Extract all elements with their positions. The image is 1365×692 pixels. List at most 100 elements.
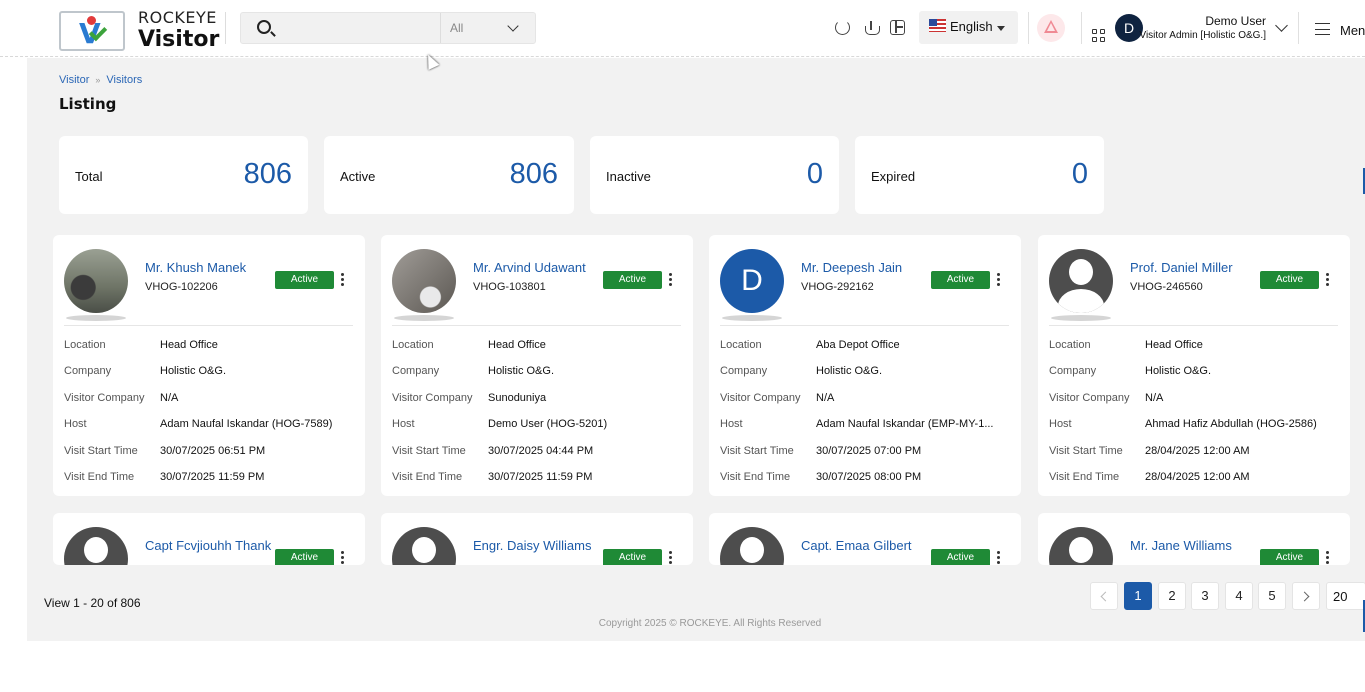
default-avatar-icon (1049, 249, 1113, 313)
host-value: Adam Naufal Iskandar (EMP-MY-1... (816, 418, 994, 431)
logo-mark: V (59, 10, 125, 51)
visitor-card[interactable]: Capt Fcvjiouhh Thank Active (53, 513, 365, 565)
more-options-icon[interactable] (997, 551, 1001, 565)
field-label: Host (720, 418, 743, 431)
field-label: Visitor Company (64, 391, 145, 404)
stat-expired[interactable]: Expired 0 (855, 136, 1104, 214)
visitor-name[interactable]: Mr. Khush Manek (145, 260, 246, 275)
field-label: Host (1049, 418, 1072, 431)
more-options-icon[interactable] (997, 273, 1001, 287)
logo-product: Visitor (138, 27, 220, 52)
location-value: Head Office (488, 339, 546, 351)
status-badge: Active (931, 271, 990, 289)
field-label: Visitor Company (1049, 391, 1130, 404)
field-label: Visit Start Time (392, 444, 466, 457)
visitor-company-value: Sunoduniya (488, 391, 547, 404)
visitor-card[interactable]: Mr. Arvind Udawant VHOG-103801 Active Lo… (381, 235, 693, 496)
field-label: Visit Start Time (720, 444, 794, 457)
page-button-5[interactable]: 5 (1258, 582, 1286, 610)
visitor-name[interactable]: Capt Fcvjiouhh Thank (145, 538, 271, 553)
search-scope-select[interactable]: All (440, 13, 536, 43)
status-badge: Active (275, 549, 334, 565)
page-size-select[interactable]: 20 (1326, 582, 1365, 610)
company-value: Holistic O&G. (1145, 365, 1212, 378)
stat-value: 0 (1071, 158, 1088, 190)
page-button-3[interactable]: 3 (1191, 582, 1219, 610)
refresh-icon[interactable] (835, 20, 850, 35)
user-name[interactable]: Demo User (1205, 14, 1266, 28)
visitor-name[interactable]: Engr. Daisy Williams (473, 538, 591, 553)
visitor-card[interactable]: Prof. Daniel Miller VHOG-246560 Active L… (1038, 235, 1350, 496)
stat-total[interactable]: Total 806 (59, 136, 308, 214)
visitor-card[interactable]: Capt. Emaa Gilbert Active (709, 513, 1021, 565)
layout-icon[interactable] (890, 20, 905, 35)
page-size-value: 20 (1333, 589, 1348, 604)
breadcrumb-separator-icon: » (95, 75, 101, 85)
alert-button[interactable] (1037, 14, 1065, 42)
location-value: Head Office (1145, 339, 1203, 351)
hamburger-menu-icon[interactable] (1315, 23, 1330, 35)
field-label: Host (392, 418, 415, 431)
warning-icon (1044, 20, 1058, 33)
more-options-icon[interactable] (669, 551, 673, 565)
chevron-down-icon (507, 20, 519, 32)
app-logo[interactable]: V ROCKEYE Visitor (59, 10, 219, 51)
breadcrumb-root[interactable]: Visitor (59, 74, 89, 86)
visitor-id: VHOG-102206 (145, 281, 218, 293)
location-value: Head Office (160, 339, 218, 351)
logo-brand: ROCKEYE (138, 8, 217, 27)
stat-inactive[interactable]: Inactive 0 (590, 136, 839, 214)
page-title: Listing (59, 95, 117, 113)
user-role: Visitor Admin [Holistic O&G.] (1139, 30, 1266, 41)
host-value: Ahmad Hafiz Abdullah (HOG-2586) (1145, 418, 1317, 431)
host-value: Demo User (HOG-5201) (488, 418, 608, 431)
visitor-name[interactable]: Capt. Emaa Gilbert (801, 538, 912, 553)
status-badge: Active (603, 549, 662, 565)
logo-divider (225, 12, 226, 44)
default-avatar-icon (64, 527, 128, 565)
company-value: Holistic O&G. (816, 365, 883, 378)
visitor-card[interactable]: D Mr. Deepesh Jain VHOG-292162 Active Lo… (709, 235, 1021, 496)
start-time-value: 30/07/2025 07:00 PM (816, 444, 922, 457)
visitor-id: VHOG-103801 (473, 281, 546, 293)
language-selector[interactable]: English (919, 11, 1018, 44)
visitor-photo (392, 249, 456, 313)
visitor-card[interactable]: Mr. Jane Williams Active (1038, 513, 1350, 565)
main-content: Visitor » Visitors Listing Total 806 Activ… (27, 58, 1365, 641)
more-options-icon[interactable] (1326, 551, 1330, 565)
visitor-card[interactable]: Mr. Khush Manek VHOG-102206 Active Locat… (53, 235, 365, 496)
upload-icon[interactable] (864, 20, 880, 35)
visitor-name[interactable]: Mr. Deepesh Jain (801, 260, 902, 275)
host-value: Adam Naufal Iskandar (HOG-7589) (160, 418, 333, 431)
visitor-name[interactable]: Mr. Arvind Udawant (473, 260, 586, 275)
default-avatar-icon (1049, 527, 1113, 565)
stat-active[interactable]: Active 806 (324, 136, 574, 214)
visitor-name[interactable]: Prof. Daniel Miller (1130, 260, 1233, 275)
apps-grid-icon[interactable] (1092, 29, 1106, 43)
search-scope-label: All (450, 21, 464, 35)
field-label: Company (64, 365, 112, 378)
breadcrumb-current[interactable]: Visitors (106, 74, 142, 86)
field-label: Visit End Time (1049, 470, 1120, 483)
visitor-name[interactable]: Mr. Jane Williams (1130, 538, 1232, 553)
visitor-card[interactable]: Engr. Daisy Williams Active (381, 513, 693, 565)
field-label: Visit Start Time (1049, 444, 1123, 457)
field-label: Visit Start Time (64, 444, 138, 457)
more-options-icon[interactable] (1326, 273, 1330, 287)
prev-page-button[interactable] (1090, 582, 1118, 610)
company-value: Holistic O&G. (488, 365, 555, 378)
next-page-button[interactable] (1292, 582, 1320, 610)
more-options-icon[interactable] (669, 273, 673, 287)
search-icon[interactable] (257, 20, 271, 34)
more-options-icon[interactable] (341, 551, 345, 565)
status-badge: Active (603, 271, 662, 289)
page-button-1[interactable]: 1 (1124, 582, 1152, 610)
menu-label[interactable]: Menu (1340, 23, 1365, 38)
chevron-left-icon (1100, 591, 1111, 602)
user-menu-chevron-icon[interactable] (1275, 19, 1288, 32)
page-button-4[interactable]: 4 (1225, 582, 1253, 610)
page-button-2[interactable]: 2 (1158, 582, 1186, 610)
view-range-text: View 1 - 20 of 806 (44, 596, 141, 610)
search-input[interactable] (281, 17, 431, 39)
more-options-icon[interactable] (341, 273, 345, 287)
